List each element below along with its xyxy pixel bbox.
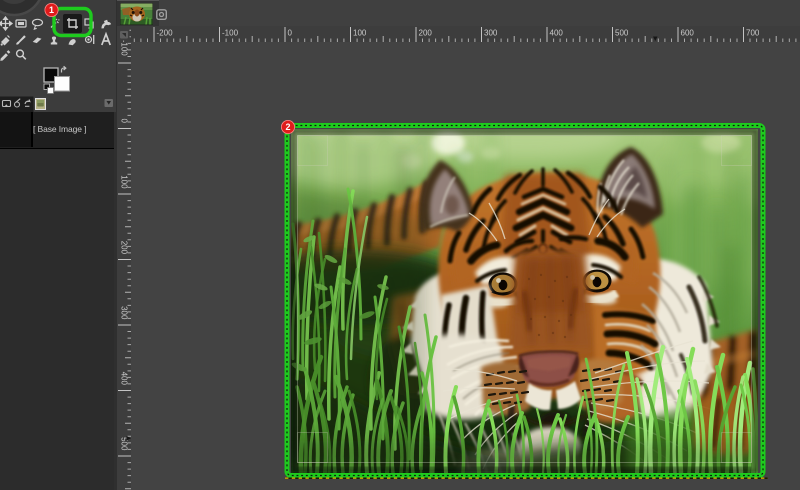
svg-text:400: 400 [550,29,564,38]
svg-text:300: 300 [120,306,129,320]
svg-text:200: 200 [419,29,433,38]
svg-text:500: 500 [615,29,629,38]
svg-text:0: 0 [288,29,293,38]
svg-text:100: 100 [353,29,367,38]
svg-text:1: 1 [49,5,54,15]
svg-text:0: 0 [120,119,129,124]
svg-text:100: 100 [120,175,129,189]
svg-text:400: 400 [120,372,129,386]
svg-text:600: 600 [681,29,695,38]
svg-text:-100: -100 [120,40,129,57]
svg-text:2: 2 [285,122,290,132]
svg-text:-200: -200 [157,29,174,38]
svg-text:300: 300 [484,29,498,38]
svg-text:200: 200 [120,241,129,255]
svg-text:-100: -100 [222,29,239,38]
svg-text:700: 700 [746,29,760,38]
